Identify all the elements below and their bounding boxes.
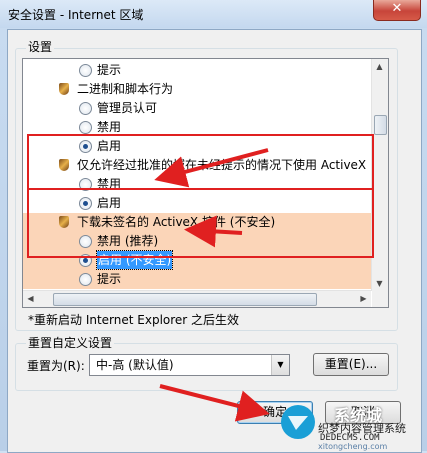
arrow-to-enable-approved — [154, 148, 269, 188]
annotation-arrows — [154, 148, 270, 422]
watermark-line3: xitongcheng.com — [318, 442, 388, 451]
arrow-to-enable-unsafe — [184, 215, 243, 248]
arrow-to-ok-button — [159, 384, 270, 422]
watermark-logo — [280, 404, 316, 440]
watermark-logo-icon — [281, 405, 315, 439]
dialog-window: 安全设置 - Internet 区域 ✕ 设置 提示 二进制和脚本行为 管理员认可禁… — [0, 0, 427, 453]
